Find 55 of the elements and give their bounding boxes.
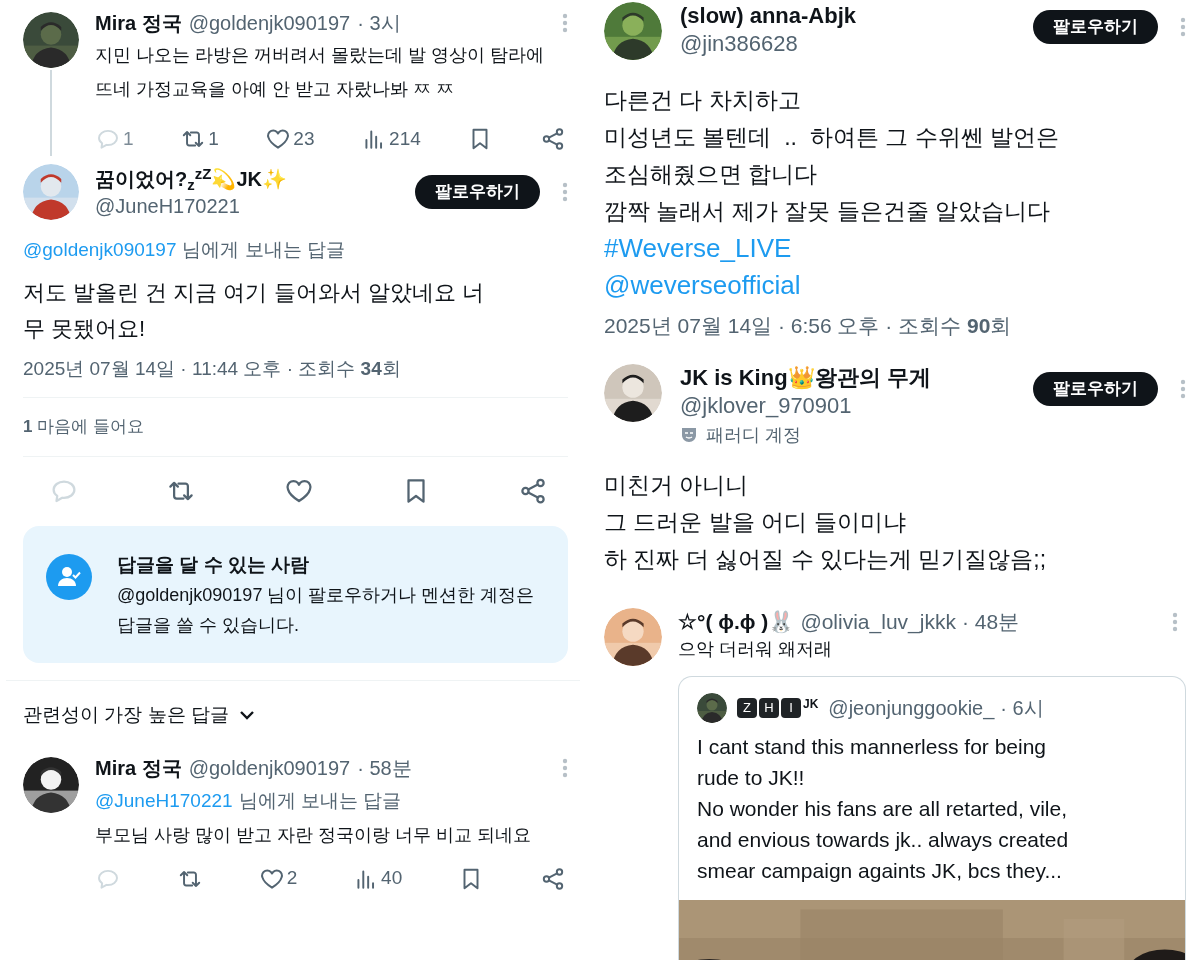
user-name: (slow) anna-Abjk <box>680 2 857 30</box>
person-check-icon <box>46 553 92 600</box>
chevron-down-icon <box>238 709 255 720</box>
post-time: · 3시 <box>357 11 401 36</box>
user-name: Mira 정국 <box>95 11 182 36</box>
user-name: 꿈이었어?$_{z}$$^{zZ}$💫JK✨ <box>95 165 288 193</box>
user-handle: @goldenjk090197 <box>188 11 351 36</box>
info-text: @goldenjk090197 님이 팔로우하거나 멘션한 계정은 답글을 쓸 수 있습니다. <box>117 583 536 637</box>
reply-label: 님에게 보내는 답글 <box>238 789 402 813</box>
action-count: 23 <box>293 126 315 151</box>
post-text: 부모님 사랑 많이 받고 자란 정국이랑 너무 비교 되네요 <box>95 823 532 847</box>
info-title: 답글을 달 수 있는 사람 <box>117 552 311 577</box>
name-letter: Z <box>737 697 757 718</box>
user-handle: @JuneH170221 <box>95 194 241 219</box>
user-handle: @jin386628 <box>680 30 799 58</box>
post-text-line: 조심해줬으면 합니다 <box>604 160 819 189</box>
reply-label: 님에게 보내는 답글 <box>182 238 346 262</box>
user-handle: @jklover_970901 <box>680 391 853 420</box>
quoted-post-card[interactable] <box>678 675 1186 960</box>
post-text: 지민 나오는 라방은 꺼버려서 몰랐는데 발 영상이 탐라에 뜨네 가정교육을 아예 안 받고 자랐나봐 ㅉ ㅉ <box>95 44 545 101</box>
user-handle: @jeonjunggookie_ <box>828 695 995 722</box>
post-text-line: 하 진짜 더 싫어질 수 있다는게 믿기질않음;; <box>604 544 1048 574</box>
sort-dropdown[interactable]: 관련성이 가장 높은 답글 <box>23 700 255 729</box>
action-count: 2 <box>286 866 298 891</box>
post-timestamp: 2025년 07월 14일 · 11:44 오후 · 조회수 34회 <box>23 356 402 381</box>
user-name: JK is King👑왕관의 무게 <box>680 363 932 392</box>
follow-button[interactable]: 팔로우하기 <box>1033 10 1158 44</box>
post-text-line: 그 드러운 발을 어디 들이미냐 <box>604 507 907 537</box>
post-text-line: 미친거 아니니 <box>604 470 750 500</box>
user-handle: @goldenjk090197 <box>188 756 351 781</box>
follow-button[interactable]: 팔로우하기 <box>1033 371 1158 406</box>
post-time: · 6시 <box>1000 695 1044 721</box>
action-count: 1 <box>208 126 219 151</box>
follow-button[interactable]: 팔로우하기 <box>415 175 540 209</box>
post-text: 으악 더러워 왜저래 <box>678 637 833 661</box>
post-text: 저도 발올린 건 지금 여기 들어와서 알았네요 너무 못됐어요! <box>23 278 485 343</box>
post-timestamp: 2025년 07월 14일 · 6:56 오후 · 조회수 90회 <box>604 313 1013 339</box>
quoted-text: I cant stand this mannerless for being rude to JK!! No wonder his fans are all retarted, vile, and envious towards jk.. always created smear campaign againts JK, bcs they... <box>696 733 1070 884</box>
mask-icon <box>680 426 698 444</box>
user-name: Mira 정국 <box>95 756 182 781</box>
post-time: · 48분 <box>961 608 1020 635</box>
name-letter: I <box>781 697 801 718</box>
action-count: 214 <box>389 126 421 151</box>
post-text-line: 다른건 다 차치하고 <box>604 86 802 115</box>
post-time: · 58분 <box>357 756 412 781</box>
action-count: 1 <box>123 126 134 151</box>
likes-count: 1 마음에 들어요 <box>23 416 145 438</box>
user-handle: @olivia_luv_jkkk <box>800 608 956 636</box>
action-count: 40 <box>381 866 403 891</box>
name-letter: H <box>759 697 779 718</box>
post-text-line: 깜짝 놀래서 제가 잘못 들은건줄 알았습니다 <box>604 197 1051 226</box>
name-suffix: JK <box>803 697 819 710</box>
parody-label: 패러디 계정 <box>706 423 801 447</box>
post-text-line: 미성년도 볼텐데 .. 하여튼 그 수위쎈 발언은 <box>604 123 1060 152</box>
user-name: ☆°( ɸ.ɸ )🐰 <box>678 608 795 635</box>
